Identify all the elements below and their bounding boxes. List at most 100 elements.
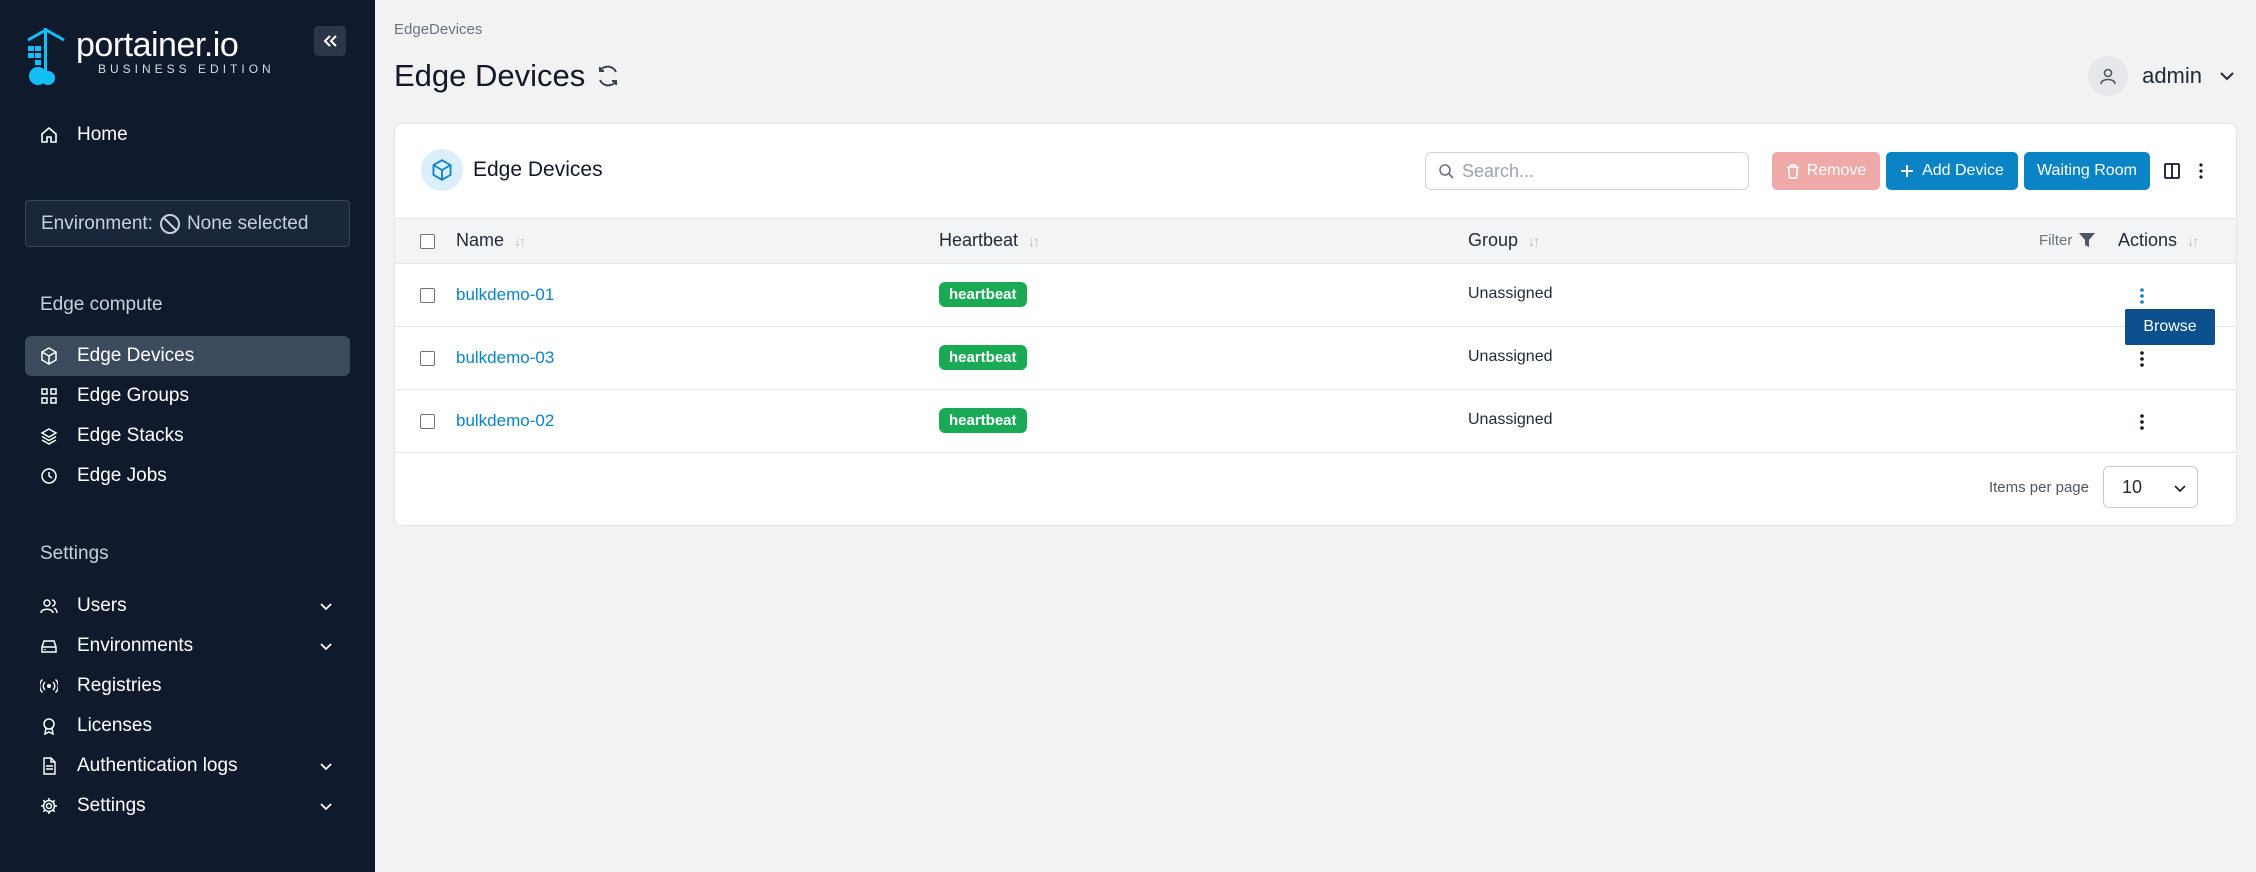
table-row: bulkdemo-02 heartbeat Unassigned — [395, 390, 2236, 453]
more-vertical-icon[interactable] — [2138, 413, 2146, 431]
sidebar-item-label: Home — [77, 124, 128, 145]
sidebar-item-edge-groups[interactable]: Edge Groups — [25, 376, 350, 416]
sidebar-item-environments[interactable]: Environments — [25, 626, 350, 666]
sort-icon: ↓↑ — [514, 232, 526, 249]
search-input[interactable] — [1462, 160, 1732, 182]
radio-icon — [39, 676, 59, 696]
device-name-link[interactable]: bulkdemo-03 — [456, 348, 554, 368]
waiting-room-button[interactable]: Waiting Room — [2024, 152, 2150, 190]
collapse-sidebar-button[interactable] — [314, 26, 346, 56]
sidebar-item-label: Users — [77, 595, 127, 616]
sidebar-item-registries[interactable]: Registries — [25, 666, 350, 706]
brand-edition: BUSINESS EDITION — [98, 62, 275, 76]
sidebar: portainer.io BUSINESS EDITION Home Envir… — [0, 0, 375, 872]
search-icon — [1439, 164, 1454, 179]
add-device-button[interactable]: Add Device — [1886, 152, 2018, 190]
items-per-page-select[interactable]: 10 — [2103, 466, 2198, 508]
device-name-link[interactable]: bulkdemo-01 — [456, 285, 554, 305]
row-checkbox[interactable] — [420, 351, 435, 366]
column-header-group[interactable]: Group ↓↑ — [1468, 230, 1540, 251]
column-label: Heartbeat — [939, 230, 1019, 250]
heartbeat-badge: heartbeat — [939, 345, 1027, 370]
column-header-name[interactable]: Name ↓↑ — [456, 230, 526, 251]
sidebar-item-licenses[interactable]: Licenses — [25, 706, 350, 746]
column-header-actions[interactable]: Actions ↓↑ — [2118, 230, 2199, 251]
sidebar-item-label: Edge Jobs — [77, 465, 167, 486]
sidebar-item-authentication-logs[interactable]: Authentication logs — [25, 746, 350, 786]
panel-header: Edge Devices Remove Add Device Waiting R… — [395, 124, 2236, 218]
layers-icon — [39, 426, 59, 446]
sort-icon: ↓↑ — [1528, 232, 1540, 249]
sidebar-item-label: Edge Devices — [77, 345, 195, 366]
sidebar-item-label: Licenses — [77, 715, 152, 736]
group-cell: Unassigned — [1468, 348, 1553, 365]
environment-selector[interactable]: Environment: None selected — [25, 200, 350, 247]
sidebar-item-label: Environments — [77, 635, 194, 656]
sidebar-item-settings[interactable]: Settings — [25, 786, 350, 826]
panel-icon — [421, 149, 463, 191]
group-cell: Unassigned — [1468, 285, 1553, 302]
row-checkbox[interactable] — [420, 288, 435, 303]
users-icon — [39, 596, 59, 616]
ban-icon — [159, 213, 180, 234]
brand-logo[interactable]: portainer.io BUSINESS EDITION — [24, 26, 275, 86]
chevrons-left-icon — [323, 35, 337, 47]
sidebar-item-label: Edge Stacks — [77, 425, 184, 446]
table-header: Name ↓↑ Heartbeat ↓↑ Group ↓↑ Filter Action… — [395, 218, 2236, 264]
add-device-label: Add Device — [1922, 162, 2004, 179]
sidebar-item-users[interactable]: Users — [25, 586, 350, 626]
plus-icon — [1901, 165, 1914, 177]
chevron-down-icon — [320, 803, 332, 811]
heartbeat-badge: heartbeat — [939, 282, 1027, 307]
award-icon — [39, 716, 59, 736]
sidebar-item-label: Registries — [77, 675, 162, 696]
filter-label: Filter — [2039, 231, 2073, 249]
section-edge-compute: Edge compute — [40, 294, 163, 315]
waiting-room-label: Waiting Room — [2037, 162, 2137, 179]
breadcrumb[interactable]: EdgeDevices — [394, 21, 482, 38]
hdd-icon — [39, 636, 59, 656]
select-all-checkbox[interactable] — [420, 234, 435, 249]
remove-button[interactable]: Remove — [1772, 152, 1880, 190]
user-icon — [2100, 68, 2116, 85]
table-row: bulkdemo-03 heartbeat Unassigned — [395, 327, 2236, 390]
refresh-icon[interactable] — [595, 63, 621, 89]
sidebar-item-edge-jobs[interactable]: Edge Jobs — [25, 456, 350, 496]
chevron-down-icon — [320, 603, 332, 611]
column-label: Group — [1468, 230, 1519, 250]
items-per-page-label: Items per page — [1988, 478, 2089, 496]
page-title-wrap: Edge Devices — [394, 58, 621, 94]
browse-menu-item[interactable]: Browse — [2125, 309, 2215, 345]
chevron-down-icon — [320, 643, 332, 651]
user-menu[interactable]: admin — [2088, 56, 2236, 96]
box-icon — [39, 346, 59, 366]
filter-button[interactable]: Filter — [2039, 231, 2096, 249]
columns-icon[interactable] — [2163, 162, 2181, 180]
avatar — [2088, 56, 2129, 96]
device-name-link[interactable]: bulkdemo-02 — [456, 411, 554, 431]
column-label: Actions — [2118, 230, 2178, 250]
gear-icon — [39, 796, 59, 816]
chevron-down-icon — [2174, 485, 2186, 493]
items-per-page-value: 10 — [2122, 476, 2143, 497]
column-header-heartbeat[interactable]: Heartbeat ↓↑ — [939, 230, 1040, 251]
environment-value: None selected — [186, 212, 309, 234]
search-box[interactable] — [1425, 152, 1749, 190]
section-settings: Settings — [40, 543, 109, 564]
trash-icon — [1786, 164, 1799, 179]
more-vertical-icon[interactable] — [2138, 350, 2146, 368]
more-vertical-icon[interactable] — [2138, 287, 2146, 305]
row-checkbox[interactable] — [420, 414, 435, 429]
grid-icon — [39, 386, 59, 406]
brand-name: portainer.io — [76, 26, 239, 64]
sidebar-item-edge-devices[interactable]: Edge Devices — [25, 336, 350, 376]
sidebar-item-edge-stacks[interactable]: Edge Stacks — [25, 416, 350, 456]
remove-label: Remove — [1806, 162, 1867, 179]
filter-icon — [2079, 233, 2096, 247]
clock-icon — [39, 466, 59, 486]
sidebar-item-home[interactable]: Home — [25, 115, 350, 155]
table-row: bulkdemo-01 heartbeat Unassigned — [395, 264, 2236, 327]
more-vertical-icon[interactable] — [2195, 162, 2207, 180]
group-cell: Unassigned — [1468, 411, 1553, 428]
edge-devices-panel: Edge Devices Remove Add Device Waiting R… — [394, 123, 2237, 526]
